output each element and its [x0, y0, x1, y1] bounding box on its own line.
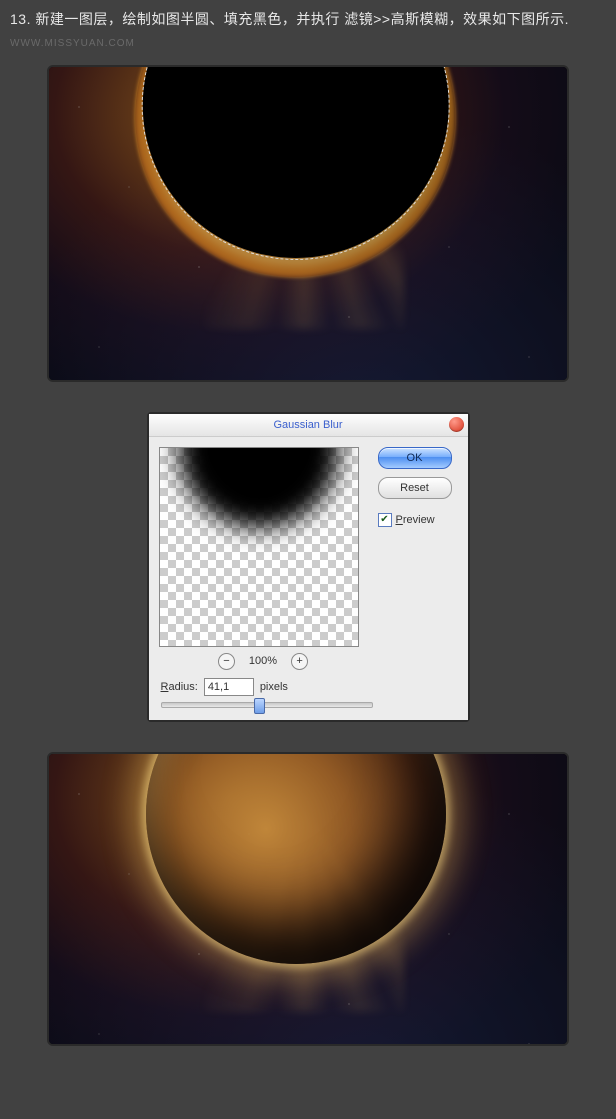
illustration-after	[47, 752, 569, 1046]
zoom-level-text: 100%	[249, 655, 277, 667]
ok-button-label: OK	[407, 452, 423, 464]
preview-shape	[179, 447, 339, 528]
ok-button[interactable]: OK	[378, 447, 452, 469]
step-body: 新建一图层，绘制如图半圆、填充黑色，并执行 滤镜>>高斯模糊，效果如下图所示.	[35, 11, 569, 27]
preview-checkbox[interactable]: ✔	[378, 513, 392, 527]
preview-checkbox-label: Preview	[396, 514, 435, 526]
step-instruction: 13. 新建一图层，绘制如图半圆、填充黑色，并执行 滤镜>>高斯模糊，效果如下图…	[10, 8, 606, 53]
close-icon[interactable]	[449, 417, 464, 432]
gaussian-blur-dialog: Gaussian Blur − 100% + OK	[147, 412, 470, 722]
preview-checkbox-row[interactable]: ✔ Preview	[378, 513, 458, 527]
radius-value: 41,1	[208, 681, 229, 693]
step-number: 13.	[10, 11, 31, 27]
illustration-before	[47, 65, 569, 382]
reset-button[interactable]: Reset	[378, 477, 452, 499]
dialog-titlebar: Gaussian Blur	[149, 414, 468, 437]
zoom-out-button[interactable]: −	[218, 653, 235, 670]
reset-button-label: Reset	[400, 482, 429, 494]
watermark-text: WWW.MISSYUAN.COM	[10, 38, 135, 49]
radius-slider-thumb[interactable]	[254, 698, 265, 714]
radius-input[interactable]: 41,1	[204, 678, 254, 696]
blur-preview-area[interactable]	[159, 447, 359, 647]
zoom-in-button[interactable]: +	[291, 653, 308, 670]
radius-unit: pixels	[260, 681, 288, 693]
dialog-title-text: Gaussian Blur	[273, 419, 342, 431]
radius-label: Radius:	[161, 681, 198, 693]
radius-slider[interactable]	[161, 702, 373, 708]
